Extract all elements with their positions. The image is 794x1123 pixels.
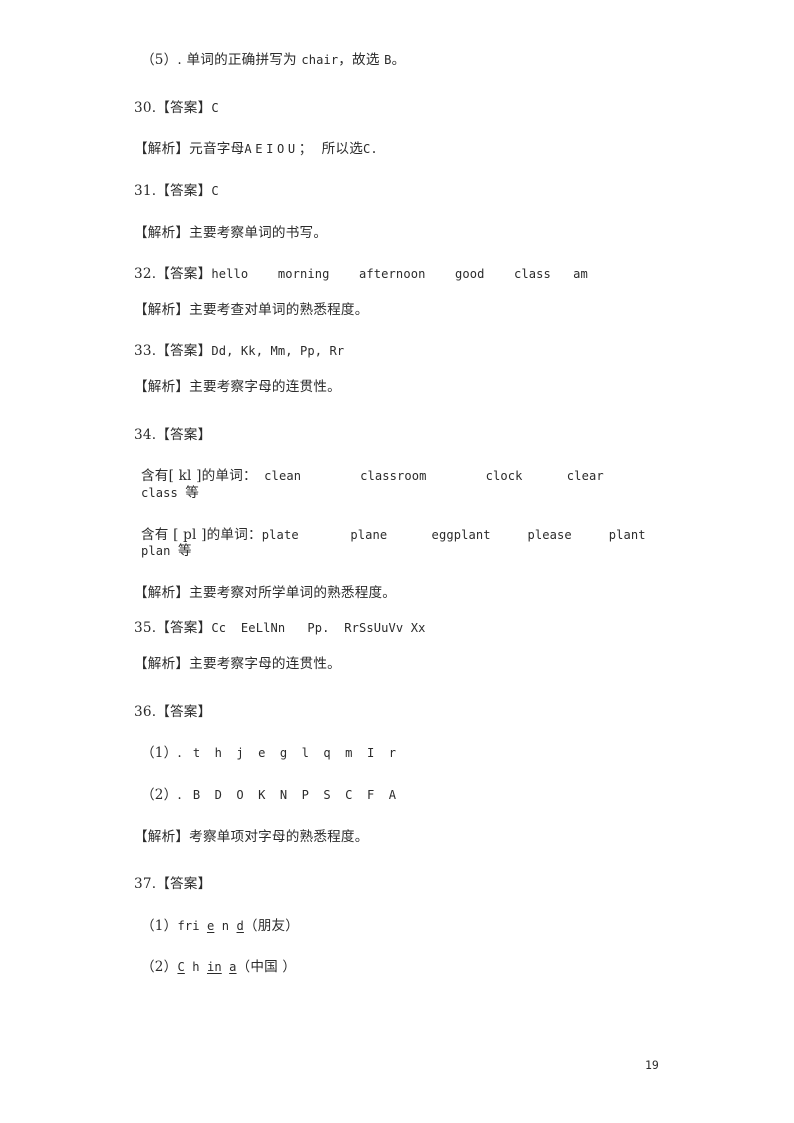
question-33-answer: 33.【答案】Dd, Kk, Mm, Pp, Rr: [134, 343, 680, 360]
question-37-part-2-run-2: h: [184, 960, 207, 975]
question-30-explanation-run-1: AEIOU: [244, 142, 299, 157]
question-31-explanation: 【解析】主要考察单词的书写。: [134, 225, 680, 242]
question-37-part-1-run-4: d: [236, 918, 244, 933]
explanation-line-5-run-0: （5）. 单词的正确拼写为: [141, 52, 302, 68]
explanation-line-5: （5）. 单词的正确拼写为 chair，故选 B。: [134, 52, 680, 69]
question-30-answer: 30.【答案】C: [134, 100, 680, 117]
question-35-answer: 35.【答案】Cc EeLlNn Pp. RrSsUuVv Xx: [134, 620, 680, 637]
question-33-explanation: 【解析】主要考察字母的连贯性。: [134, 379, 680, 396]
question-37-part-1-run-5: （朋友）: [243, 917, 300, 934]
question-36-part-2-run-1: B D O K N P S C F A: [181, 787, 400, 802]
question-34-kl-words: 含有[ kl ]的单词： clean classroom clock clear…: [134, 468, 680, 501]
question-36-part-2: （2）. B D O K N P S C F A: [134, 787, 680, 804]
question-37-part-2-run-3: in: [206, 960, 222, 975]
question-34-kl-words-run-0: 含有[ kl ]的单词：: [141, 468, 257, 485]
question-31-answer-run-1: C: [211, 183, 219, 198]
question-36-part-1-run-0: （1）.: [141, 745, 182, 762]
question-34-explanation-run-0: 【解析】主要考察对所学单词的熟悉程度。: [134, 584, 397, 601]
question-33-answer-run-0: 33.【答案】: [134, 343, 212, 360]
question-37-answer: 37.【答案】: [134, 876, 680, 893]
question-34-pl-words-run-0: 含有 [ pl ]的单词：: [141, 526, 262, 543]
question-37-answer-run-0: 37.【答案】: [134, 876, 212, 893]
question-30-answer-run-1: C: [211, 100, 219, 115]
question-36-answer-run-0: 36.【答案】: [134, 703, 212, 720]
question-30-explanation: 【解析】元音字母AEIOU； 所以选C.: [134, 141, 680, 158]
question-36-part-1: （1）. t h j e g l q m I r: [134, 745, 680, 762]
document-page: （5）. 单词的正确拼写为 chair，故选 B。 30.【答案】C 【解析】元音字…: [0, 0, 794, 1123]
explanation-line-5-run-1: chair: [301, 53, 339, 67]
question-34-answer: 34.【答案】: [134, 427, 680, 444]
question-34-pl-words-run-2: 等: [177, 543, 192, 560]
question-37-part-1-run-3: n: [214, 918, 237, 933]
question-30-explanation-run-2: ； 所以选: [298, 141, 363, 158]
question-32-answer: 32.【答案】hello morning afternoon good clas…: [134, 266, 680, 283]
page-number: 19: [645, 1058, 659, 1072]
question-37-part-2-run-0: （2）: [141, 959, 178, 976]
question-33-explanation-run-0: 【解析】主要考察字母的连贯性。: [134, 379, 341, 395]
question-34-explanation: 【解析】主要考察对所学单词的熟悉程度。: [134, 585, 680, 602]
question-35-explanation-run-0: 【解析】主要考察字母的连贯性。: [134, 656, 341, 672]
question-34-answer-run-0: 34.【答案】: [134, 426, 212, 443]
explanation-line-5-run-2: ，故选: [338, 52, 385, 68]
question-32-answer-run-1: hello morning afternoon good class am: [211, 267, 588, 282]
question-30-answer-run-0: 30.【答案】: [134, 99, 212, 116]
question-36-explanation: 【解析】考察单项对字母的熟悉程度。: [134, 829, 680, 846]
question-31-answer-run-0: 31.【答案】: [134, 182, 212, 199]
question-35-explanation: 【解析】主要考察字母的连贯性。: [134, 656, 680, 673]
question-32-answer-run-0: 32.【答案】: [134, 266, 212, 283]
question-34-pl-words: 含有 [ pl ]的单词：plate plane eggplant please…: [134, 527, 680, 560]
question-36-part-1-run-1: t h j e g l q m I r: [181, 746, 400, 761]
question-33-answer-run-1: Dd, Kk, Mm, Pp, Rr: [211, 344, 345, 359]
document-body: （5）. 单词的正确拼写为 chair，故选 B。 30.【答案】C 【解析】元音字…: [134, 52, 680, 1001]
question-32-explanation: 【解析】主要考查对单词的熟悉程度。: [134, 302, 680, 319]
question-35-answer-run-1: Cc EeLlNn Pp. RrSsUuVv Xx: [211, 621, 426, 636]
question-34-kl-words-run-2: 等: [185, 484, 200, 501]
question-36-part-2-run-0: （2）.: [141, 786, 182, 803]
question-31-answer: 31.【答案】C: [134, 183, 680, 200]
question-37-part-1: （1）fri e n d（朋友）: [134, 918, 680, 935]
question-37-part-2-run-1: C: [177, 960, 185, 975]
question-32-explanation-run-0: 【解析】主要考查对单词的熟悉程度。: [134, 301, 369, 318]
question-37-part-2-run-6: （中国 ）: [236, 959, 297, 976]
question-37-part-1-run-0: （1）: [141, 917, 178, 934]
question-37-part-2-run-5: a: [229, 960, 237, 975]
question-31-explanation-run-0: 【解析】主要考察单词的书写。: [134, 224, 328, 241]
question-36-answer: 36.【答案】: [134, 704, 680, 721]
question-37-part-1-run-1: fri: [177, 918, 207, 933]
question-30-explanation-run-3: C.: [362, 142, 378, 157]
question-35-answer-run-0: 35.【答案】: [134, 620, 212, 637]
question-36-explanation-run-0: 【解析】考察单项对字母的熟悉程度。: [134, 828, 369, 845]
explanation-line-5-run-4: 。: [391, 52, 406, 68]
question-37-part-2: （2）C h in a（中国 ）: [134, 959, 680, 976]
question-30-explanation-run-0: 【解析】元音字母: [134, 141, 245, 158]
explanation-line-5-run-3: B: [384, 53, 392, 67]
